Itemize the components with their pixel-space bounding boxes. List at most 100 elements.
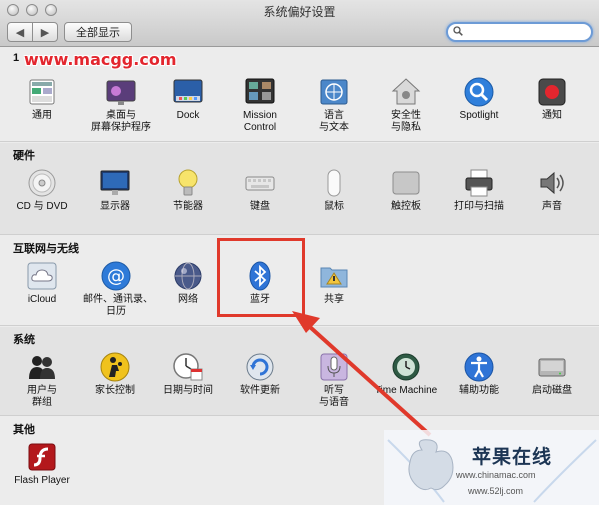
time-machine-icon [392, 353, 420, 381]
clock-calendar-icon [173, 353, 203, 381]
pref-label: 启动磁盘 [532, 385, 572, 396]
search-input[interactable] [466, 25, 586, 39]
pref-language-text[interactable]: 语言 与文本 [302, 76, 366, 134]
watermark-text: www.macgg.com [24, 50, 177, 69]
logo-url-chinamac: www.chinamac.com [456, 470, 536, 480]
pref-label: 节能器 [173, 201, 203, 212]
pref-label: 软件更新 [240, 385, 280, 396]
pref-label: Time Machine [374, 385, 438, 396]
site-logo: 苹果在线 www.chinamac.com www.52lj.com [384, 430, 599, 505]
pref-label: 日期与时间 [163, 385, 213, 396]
general-icon [29, 79, 55, 105]
pref-label: 辅助功能 [459, 385, 499, 396]
search-icon [453, 26, 463, 36]
pref-icloud[interactable]: iCloud [10, 260, 74, 306]
accessibility-icon [464, 352, 494, 382]
svg-text:@: @ [107, 266, 125, 287]
pref-flash-player[interactable]: Flash Player [10, 441, 74, 487]
pref-general[interactable]: 通用 [10, 76, 74, 122]
pref-label: Dock [176, 110, 200, 121]
pref-displays[interactable]: 显示器 [83, 167, 147, 213]
pref-software-update[interactable]: 软件更新 [228, 351, 292, 397]
pref-label: Mission Control [243, 110, 277, 133]
pref-trackpad[interactable]: 触控板 [374, 167, 438, 213]
icloud-icon [27, 262, 57, 290]
pref-label: 网络 [178, 294, 198, 305]
pref-mail-contacts-calendars[interactable]: @ 邮件、通讯录、 日历 [83, 260, 153, 318]
logo-url-52lj: www.52lj.com [468, 486, 524, 496]
show-all-button[interactable]: 全部显示 [64, 22, 132, 42]
pref-label: 鼠标 [324, 201, 344, 212]
printer-icon [465, 169, 493, 197]
bulb-icon [178, 169, 198, 196]
pref-users-groups[interactable]: 用户与 群组 [10, 351, 74, 409]
pref-mission-control[interactable]: Mission Control [228, 76, 292, 134]
section-title-system: 系统 [13, 334, 35, 346]
pref-label: 家长控制 [95, 385, 135, 396]
pref-spotlight[interactable]: Spotlight [447, 76, 511, 122]
section-title-personal: 1 [13, 52, 20, 64]
pref-parental-controls[interactable]: 家长控制 [83, 351, 147, 397]
mission-control-icon [245, 78, 275, 104]
pref-accessibility[interactable]: 辅助功能 [447, 351, 511, 397]
pref-label: 桌面与 屏幕保护程序 [91, 110, 151, 133]
dock-icon [173, 79, 203, 103]
pref-label: 语言 与文本 [319, 110, 349, 133]
parental-controls-icon [100, 352, 130, 382]
notifications-icon [538, 78, 566, 106]
section-title-other: 其他 [13, 424, 35, 436]
pref-label: 通用 [32, 110, 52, 121]
software-update-icon [246, 353, 274, 381]
microphone-icon [320, 353, 348, 381]
desktop-screensaver-icon [106, 80, 136, 105]
pref-label: Flash Player [14, 475, 70, 486]
pref-label: 声音 [542, 201, 562, 212]
highlight-box [217, 238, 305, 317]
pref-date-time[interactable]: 日期与时间 [156, 351, 220, 397]
pref-notifications[interactable]: 通知 [520, 76, 584, 122]
pref-dock[interactable]: Dock [156, 76, 220, 122]
pref-cd-dvd[interactable]: CD 与 DVD [10, 167, 74, 213]
section-title-hardware: 硬件 [13, 150, 35, 162]
pref-security-privacy[interactable]: 安全性 与隐私 [374, 76, 438, 134]
section-system: 系统 用户与 群组 家长控制 日期与时间 软件更新 听写 与语音 Time Ma… [0, 327, 599, 416]
display-icon [100, 170, 130, 195]
pref-startup-disk[interactable]: 启动磁盘 [520, 351, 584, 397]
pref-mouse[interactable]: 鼠标 [302, 167, 366, 213]
pref-label: 安全性 与隐私 [391, 110, 421, 133]
speaker-icon [540, 171, 564, 195]
pref-dictation-speech[interactable]: 听写 与语音 [302, 351, 366, 409]
house-lock-icon [391, 78, 421, 105]
back-button[interactable]: ◀ [7, 22, 33, 42]
pref-label: 显示器 [100, 201, 130, 212]
pref-print-scan[interactable]: 打印与扫描 [447, 167, 511, 213]
language-text-icon [320, 79, 348, 105]
logo-title: 苹果在线 [472, 447, 553, 468]
at-sign-icon: @ [101, 261, 131, 291]
pref-energy-saver[interactable]: 节能器 [156, 167, 220, 213]
pref-network[interactable]: 网络 [156, 260, 220, 306]
users-icon [29, 356, 55, 379]
sharing-folder-icon [320, 267, 348, 288]
pref-keyboard[interactable]: 键盘 [228, 167, 292, 213]
system-preferences-window: 系统偏好设置 ◀ ▶ 全部显示 1 通用 桌面与 屏幕保护程序 Dock Mis… [0, 0, 599, 505]
pref-label: Spotlight [459, 110, 499, 121]
pref-sharing[interactable]: 共享 [302, 260, 366, 306]
window-toolbar: 系统偏好设置 ◀ ▶ 全部显示 [0, 0, 599, 47]
pref-label: 通知 [542, 110, 562, 121]
pref-label: 听写 与语音 [319, 385, 349, 408]
mouse-icon [327, 169, 341, 197]
pref-sound[interactable]: 声音 [520, 167, 584, 213]
forward-button[interactable]: ▶ [32, 22, 58, 42]
search-field[interactable] [446, 22, 593, 42]
pref-desktop-screensaver[interactable]: 桌面与 屏幕保护程序 [89, 76, 153, 134]
pref-label: iCloud [27, 294, 57, 305]
pref-label: 用户与 群组 [27, 385, 57, 408]
flash-player-icon [28, 443, 56, 471]
disc-icon [28, 169, 56, 197]
pref-label: 打印与扫描 [454, 201, 504, 212]
pref-time-machine[interactable]: Time Machine [371, 351, 441, 397]
spotlight-icon [464, 77, 494, 107]
section-title-internet: 互联网与无线 [13, 243, 79, 255]
trackpad-icon [392, 171, 420, 195]
